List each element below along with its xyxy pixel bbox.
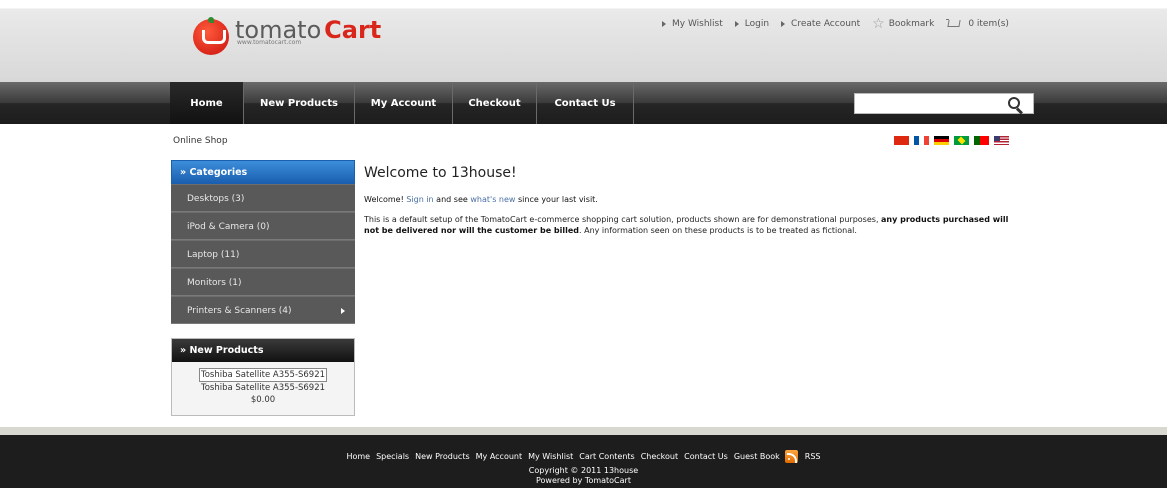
wishlist-link[interactable]: My Wishlist <box>662 19 723 29</box>
nav-new-products[interactable]: New Products <box>244 82 355 124</box>
us-flag-icon[interactable] <box>994 136 1009 145</box>
product-price: $0.00 <box>250 395 276 405</box>
product-name-link[interactable]: Toshiba Satellite A355-S6921 <box>201 383 325 393</box>
nav-home[interactable]: Home <box>170 82 244 124</box>
search-icon[interactable] <box>1008 97 1024 113</box>
pt-flag-icon[interactable] <box>974 136 989 145</box>
intro-text: This is a default setup of the TomatoCar… <box>364 215 1009 235</box>
double-chevron-icon: » <box>180 167 187 178</box>
header: tomato Cart www.tomatocart.com My Wishli… <box>0 0 1167 82</box>
shopping-cart-icon <box>946 19 960 29</box>
search-input[interactable] <box>854 93 1034 114</box>
footer-divider <box>0 427 1167 435</box>
nav-contact-us[interactable]: Contact Us <box>537 82 634 124</box>
footer-link-contact-us[interactable]: Contact Us <box>684 452 728 461</box>
login-link[interactable]: Login <box>734 19 769 29</box>
footer-link-my-account[interactable]: My Account <box>476 452 522 461</box>
breadcrumb[interactable]: Online Shop <box>173 136 228 146</box>
powered-by[interactable]: Powered by TomatoCart <box>0 476 1167 485</box>
footer-link-guest-book[interactable]: Guest Book <box>734 452 780 461</box>
whats-new-link[interactable]: what's new <box>470 195 515 204</box>
footer-links: Home Specials New Products My Account My… <box>0 450 1167 463</box>
main-content: Welcome to 13house! Welcome! Sign in and… <box>364 165 1024 236</box>
logo-text-cart: Cart <box>324 16 382 44</box>
sign-in-link[interactable]: Sign in <box>406 195 433 204</box>
category-ipod-camera[interactable]: iPod & Camera (0) <box>171 212 355 240</box>
footer-link-home[interactable]: Home <box>346 452 370 461</box>
logo[interactable]: tomato Cart www.tomatocart.com <box>193 16 382 58</box>
category-laptop[interactable]: Laptop (11) <box>171 240 355 268</box>
create-account-link[interactable]: Create Account <box>781 19 860 29</box>
categories-header: » Categories <box>171 160 355 184</box>
arrow-right-icon <box>734 21 739 27</box>
welcome-line: Welcome! Sign in and see what's new sinc… <box>364 195 598 204</box>
star-icon: ☆ <box>872 15 885 32</box>
footer-link-checkout[interactable]: Checkout <box>641 452 678 461</box>
footer: Home Specials New Products My Account My… <box>0 435 1167 488</box>
submenu-arrow-icon <box>341 308 345 314</box>
footer-link-new-products[interactable]: New Products <box>415 452 470 461</box>
nav-checkout[interactable]: Checkout <box>453 82 537 124</box>
arrow-right-icon <box>662 21 666 27</box>
tomato-logo-icon <box>193 17 229 55</box>
arrow-right-icon <box>781 21 786 27</box>
new-products-box: » New Products Toshiba Satellite A355-S6… <box>171 338 355 416</box>
category-desktops[interactable]: Desktops (3) <box>171 184 355 212</box>
new-products-header: » New Products <box>172 339 354 362</box>
category-monitors[interactable]: Monitors (1) <box>171 268 355 296</box>
rss-icon[interactable] <box>784 450 798 463</box>
br-flag-icon[interactable] <box>954 136 969 145</box>
bookmark-link[interactable]: ☆ Bookmark <box>872 15 934 32</box>
fr-flag-icon[interactable] <box>914 136 929 145</box>
footer-link-cart-contents[interactable]: Cart Contents <box>579 452 634 461</box>
footer-link-my-wishlist[interactable]: My Wishlist <box>528 452 573 461</box>
cart-link[interactable]: 0 item(s) <box>946 19 1009 29</box>
categories-box: » Categories Desktops (3) iPod & Camera … <box>171 160 355 324</box>
top-links: My Wishlist Login Create Account ☆ Bookm… <box>662 15 1021 32</box>
page-title: Welcome to 13house! <box>364 165 517 181</box>
language-flags <box>894 136 1014 145</box>
category-printers-scanners[interactable]: Printers & Scanners (4) <box>171 296 355 324</box>
cn-flag-icon[interactable] <box>894 136 909 145</box>
nav-my-account[interactable]: My Account <box>355 82 453 124</box>
footer-link-rss[interactable]: RSS <box>805 452 821 461</box>
product-image[interactable]: Toshiba Satellite A355-S6921 <box>198 368 328 382</box>
de-flag-icon[interactable] <box>934 136 949 145</box>
double-chevron-icon: » <box>180 345 187 356</box>
main-nav: Home New Products My Account Checkout Co… <box>170 82 634 124</box>
footer-link-specials[interactable]: Specials <box>376 452 409 461</box>
copyright: Copyright © 2011 13house <box>528 466 639 475</box>
